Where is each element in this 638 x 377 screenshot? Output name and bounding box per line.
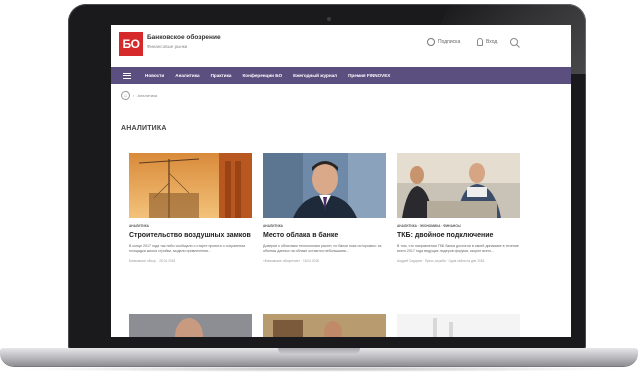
article-category[interactable]: АНАЛИТИКА — [263, 224, 386, 228]
article-image-partial[interactable] — [129, 314, 252, 337]
nav-item-award[interactable]: Премия FINNOVEX — [348, 73, 390, 78]
article-image-meeting[interactable] — [397, 153, 520, 218]
camera-icon — [327, 17, 331, 21]
site-header: БО Банковское обозрение Финансовые рынки… — [111, 25, 571, 67]
breadcrumb: ⌂ › Аналитика — [121, 91, 157, 100]
article-headline[interactable]: Строительство воздушных замков — [129, 231, 252, 240]
breadcrumb-separator: › — [133, 93, 135, 98]
home-icon[interactable]: ⌂ — [121, 91, 130, 100]
article-card[interactable]: АНАЛИТИКА Место облака в банке Доверие к… — [263, 153, 386, 263]
nav-item-news[interactable]: Новости — [145, 73, 164, 78]
article-headline[interactable]: Место облака в банке — [263, 231, 386, 240]
main-nav: Новости Аналитика Практика Конференции Б… — [111, 67, 571, 84]
site-title[interactable]: Банковское обозрение — [147, 34, 221, 41]
nav-item-analytics[interactable]: Аналитика — [175, 73, 199, 78]
search-button[interactable] — [509, 36, 521, 48]
menu-icon[interactable] — [123, 72, 131, 79]
article-excerpt: Доверие к облачным технологиям растет, н… — [263, 244, 382, 253]
breadcrumb-current: Аналитика — [137, 93, 158, 98]
user-icon — [477, 38, 483, 46]
article-category[interactable]: АНАЛИТИКА — [129, 224, 252, 228]
subscribe-label: Подписка — [438, 39, 461, 45]
globe-icon — [427, 38, 435, 46]
nav-item-practice[interactable]: Практика — [211, 73, 232, 78]
article-card[interactable]: АНАЛИТИКА · ЭКОНОМИКА · ФИНАНСЫ ТКБ: дво… — [397, 153, 520, 263]
article-card[interactable]: АНАЛИТИКА Строительство воздушных замков… — [129, 153, 252, 263]
nav-item-conferences[interactable]: Конференции БО — [242, 73, 282, 78]
article-image-partial[interactable] — [263, 314, 386, 337]
article-excerpt: В том, что направления ТКБ банка достигл… — [397, 244, 519, 253]
page-title: АНАЛИТИКА — [121, 125, 167, 132]
article-headline[interactable]: ТКБ: двойное подключение — [397, 231, 520, 240]
article-image-partial[interactable] — [397, 314, 520, 337]
article-image-construction[interactable] — [129, 153, 252, 218]
login-label: Вход — [486, 39, 498, 45]
article-image-portrait[interactable] — [263, 153, 386, 218]
browser-screen: БО Банковское обозрение Финансовые рынки… — [111, 25, 571, 337]
site-subtitle: Финансовые рынки — [147, 44, 188, 49]
nav-item-journal[interactable]: Ежегодный журнал — [293, 73, 337, 78]
article-category[interactable]: АНАЛИТИКА · ЭКОНОМИКА · ФИНАНСЫ — [397, 224, 520, 228]
laptop-notch — [278, 348, 360, 355]
laptop-shadow — [16, 366, 622, 372]
article-meta: «Банковское обозрение» · 18.04.2018 — [263, 259, 319, 263]
article-excerpt: В конце 2017 года так либо сообщали о ст… — [129, 244, 246, 253]
search-icon — [510, 38, 520, 48]
article-meta: Андрей Сидоров · Пресс-служба · Одна тай… — [397, 259, 485, 263]
subscribe-button[interactable]: Подписка — [427, 38, 460, 46]
login-button[interactable]: Вход — [477, 38, 497, 46]
site-logo[interactable]: БО — [119, 32, 143, 56]
article-meta: Банковское обозр. · 25.04.2018 — [129, 259, 176, 263]
